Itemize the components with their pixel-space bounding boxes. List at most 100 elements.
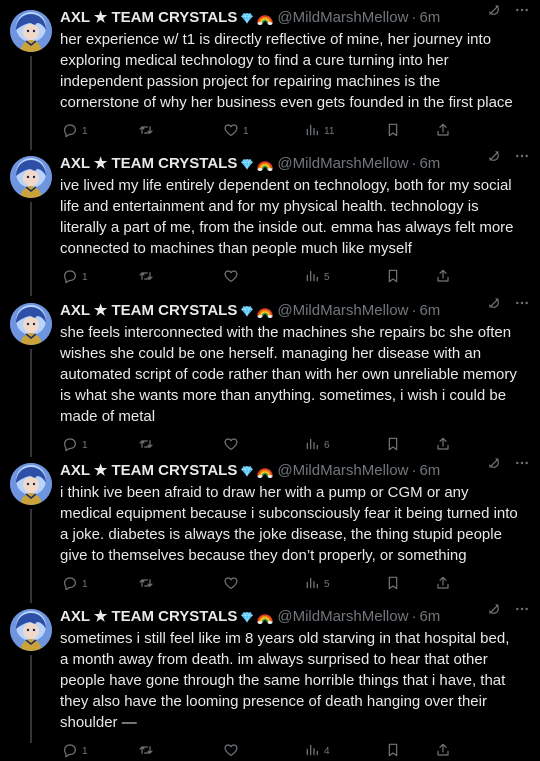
bookmark-icon xyxy=(385,268,401,287)
grok-icon[interactable] xyxy=(486,601,502,617)
grok-icon[interactable] xyxy=(486,148,502,164)
bookmark-button[interactable] xyxy=(385,575,401,593)
reply-button[interactable]: 1 xyxy=(62,742,88,760)
retweet-button[interactable] xyxy=(138,575,158,593)
more-icon[interactable] xyxy=(514,295,530,311)
reply-icon xyxy=(62,268,78,287)
tweet-text: she feels interconnected with the machin… xyxy=(60,324,517,425)
share-button[interactable] xyxy=(435,436,451,454)
more-icon[interactable] xyxy=(514,455,530,471)
like-button[interactable]: 1 xyxy=(223,122,249,140)
bookmark-button[interactable] xyxy=(385,742,401,760)
tweet-header: AXL ★ TEAM CRYSTALS @MildMarshMellow · 6… xyxy=(60,607,530,627)
views-icon xyxy=(304,122,320,141)
diamond-icon xyxy=(240,304,254,318)
display-name[interactable]: AXL ★ TEAM CRYSTALS xyxy=(60,461,237,481)
tweet-header: AXL ★ TEAM CRYSTALS @MildMarshMellow · 6… xyxy=(60,301,530,321)
tweet-text: sometimes i still feel like im 8 years o… xyxy=(60,630,510,731)
more-icon[interactable] xyxy=(514,2,530,18)
display-name[interactable]: AXL ★ TEAM CRYSTALS xyxy=(60,607,237,627)
rainbow-icon xyxy=(257,157,274,171)
action-bar: 1 6 xyxy=(60,436,530,454)
action-bar: 1 1 11 xyxy=(60,122,530,140)
separator-dot: · xyxy=(411,155,417,172)
action-bar: 1 4 xyxy=(60,742,530,760)
timestamp[interactable]: 6m xyxy=(419,8,440,28)
views-button[interactable]: 4 xyxy=(304,742,330,760)
diamond-icon xyxy=(240,11,254,25)
tweet-text: ive lived my life entirely dependent on … xyxy=(60,177,514,257)
retweet-icon xyxy=(138,436,154,455)
views-button[interactable]: 11 xyxy=(304,122,334,140)
bookmark-button[interactable] xyxy=(385,436,401,454)
avatar[interactable] xyxy=(10,609,52,651)
action-bar: 1 5 xyxy=(60,575,530,593)
retweet-button[interactable] xyxy=(138,268,158,286)
views-button[interactable]: 6 xyxy=(304,436,330,454)
rainbow-icon xyxy=(257,464,274,478)
like-button[interactable] xyxy=(223,575,243,593)
diamond-icon xyxy=(240,464,254,478)
retweet-button[interactable] xyxy=(138,436,158,454)
handle[interactable]: @MildMarshMellow xyxy=(277,607,408,627)
more-icon[interactable] xyxy=(514,601,530,617)
rainbow-icon xyxy=(257,610,274,624)
display-name[interactable]: AXL ★ TEAM CRYSTALS xyxy=(60,8,237,28)
handle[interactable]: @MildMarshMellow xyxy=(277,8,408,28)
views-button[interactable]: 5 xyxy=(304,575,330,593)
retweet-button[interactable] xyxy=(138,122,158,140)
avatar[interactable] xyxy=(10,156,52,198)
handle[interactable]: @MildMarshMellow xyxy=(277,301,408,321)
avatar[interactable] xyxy=(10,10,52,52)
like-button[interactable] xyxy=(223,436,243,454)
handle[interactable]: @MildMarshMellow xyxy=(277,154,408,174)
share-icon xyxy=(435,742,451,761)
tweet[interactable]: AXL ★ TEAM CRYSTALS @MildMarshMellow · 6… xyxy=(0,146,540,292)
like-button[interactable] xyxy=(223,268,243,286)
retweet-icon xyxy=(138,575,154,594)
like-button[interactable] xyxy=(223,742,243,760)
timestamp[interactable]: 6m xyxy=(419,154,440,174)
heart-icon xyxy=(223,122,239,141)
reply-button[interactable]: 1 xyxy=(62,268,88,286)
tweet[interactable]: AXL ★ TEAM CRYSTALS @MildMarshMellow · 6… xyxy=(0,453,540,599)
reply-button[interactable]: 1 xyxy=(62,575,88,593)
tweet-header: AXL ★ TEAM CRYSTALS @MildMarshMellow · 6… xyxy=(60,8,530,28)
timestamp[interactable]: 6m xyxy=(419,607,440,627)
handle[interactable]: @MildMarshMellow xyxy=(277,461,408,481)
tweet-text: i think ive been afraid to draw her with… xyxy=(60,484,518,564)
reply-button[interactable]: 1 xyxy=(62,122,88,140)
share-button[interactable] xyxy=(435,742,451,760)
tweet[interactable]: AXL ★ TEAM CRYSTALS @MildMarshMellow · 6… xyxy=(0,599,540,757)
views-icon xyxy=(304,436,320,455)
rainbow-icon xyxy=(257,304,274,318)
bookmark-button[interactable] xyxy=(385,122,401,140)
display-name[interactable]: AXL ★ TEAM CRYSTALS xyxy=(60,154,237,174)
grok-icon[interactable] xyxy=(486,295,502,311)
share-icon xyxy=(435,122,451,141)
display-name[interactable]: AXL ★ TEAM CRYSTALS xyxy=(60,301,237,321)
timestamp[interactable]: 6m xyxy=(419,301,440,321)
timestamp[interactable]: 6m xyxy=(419,461,440,481)
share-icon xyxy=(435,268,451,287)
grok-icon[interactable] xyxy=(486,2,502,18)
avatar[interactable] xyxy=(10,463,52,505)
bookmark-button[interactable] xyxy=(385,268,401,286)
share-button[interactable] xyxy=(435,268,451,286)
views-icon xyxy=(304,742,320,761)
separator-dot: · xyxy=(411,462,417,479)
tweet-header: AXL ★ TEAM CRYSTALS @MildMarshMellow · 6… xyxy=(60,461,530,481)
retweet-button[interactable] xyxy=(138,742,158,760)
avatar[interactable] xyxy=(10,303,52,345)
share-button[interactable] xyxy=(435,122,451,140)
reply-button[interactable]: 1 xyxy=(62,436,88,454)
separator-dot: · xyxy=(411,608,417,625)
bookmark-icon xyxy=(385,436,401,455)
grok-icon[interactable] xyxy=(486,455,502,471)
tweet[interactable]: AXL ★ TEAM CRYSTALS @MildMarshMellow · 6… xyxy=(0,0,540,146)
diamond-icon xyxy=(240,157,254,171)
share-button[interactable] xyxy=(435,575,451,593)
views-button[interactable]: 5 xyxy=(304,268,330,286)
more-icon[interactable] xyxy=(514,148,530,164)
tweet[interactable]: AXL ★ TEAM CRYSTALS @MildMarshMellow · 6… xyxy=(0,293,540,453)
